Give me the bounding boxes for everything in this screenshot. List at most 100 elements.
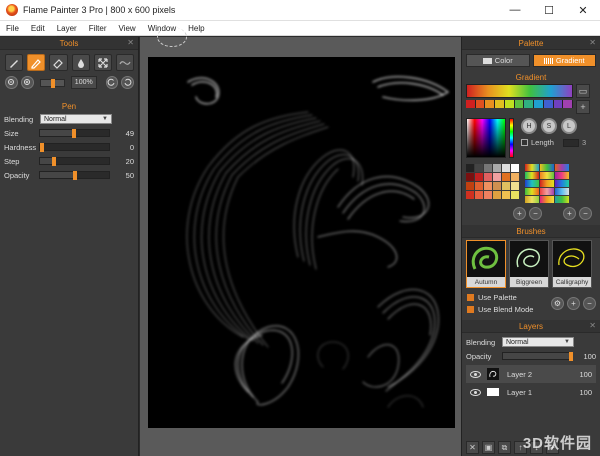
rotate-right-button[interactable] <box>121 76 135 89</box>
remove-brush-button[interactable]: − <box>583 296 596 310</box>
pen-property-label: Hardness <box>4 142 37 152</box>
menu-filter[interactable]: Filter <box>83 24 113 33</box>
blur-tool-button[interactable] <box>71 54 90 71</box>
add-brush-button[interactable]: + <box>567 296 580 310</box>
close-icon: ✕ <box>469 443 476 452</box>
gradient-section-title: Gradient <box>515 73 547 82</box>
zoom-percent[interactable]: 100% <box>71 76 97 89</box>
pen-property-value: 20 <box>125 156 134 166</box>
color-swatch-icon <box>482 57 492 64</box>
flame-artwork <box>186 76 450 408</box>
gradient-bar[interactable] <box>466 84 573 98</box>
length-checkbox[interactable] <box>521 139 528 146</box>
merge-layer-button[interactable]: ▣ <box>482 441 495 454</box>
brush-presets: Autumn Biggreen Calligraphy <box>462 238 600 288</box>
palette-panel-header: Palette ✕ <box>462 37 600 50</box>
zoom-in-button[interactable] <box>20 76 34 89</box>
slider-knob[interactable] <box>52 157 57 166</box>
layer-name: Layer 2 <box>507 369 533 379</box>
delete-layer-button[interactable]: ✕ <box>466 441 479 454</box>
color-picker-square[interactable] <box>466 118 506 158</box>
brush-preset-autumn[interactable]: Autumn <box>466 240 506 288</box>
use-palette-checkbox[interactable] <box>467 293 474 301</box>
pen-properties: Size 49 Hardness 0 Step 20 Opacity 50 <box>0 126 138 182</box>
length-slider[interactable] <box>562 138 579 147</box>
pen-property-slider[interactable] <box>39 157 111 166</box>
pen-property-slider[interactable] <box>39 143 111 152</box>
length-label: Length <box>531 138 554 147</box>
painting-canvas[interactable] <box>148 57 455 428</box>
duplicate-layer-button[interactable]: ⧉ <box>498 441 511 454</box>
close-icon[interactable]: ✕ <box>589 38 596 47</box>
minimize-button[interactable]: — <box>498 0 532 21</box>
saturation-knob[interactable]: S <box>541 118 557 134</box>
pen-blending-label: Blending <box>4 114 34 124</box>
use-blend-mode-checkbox[interactable] <box>467 305 474 313</box>
zoom-slider[interactable] <box>39 78 66 88</box>
pen-icon <box>31 58 42 69</box>
menu-help[interactable]: Help <box>182 24 210 33</box>
eye-icon[interactable] <box>470 370 481 378</box>
pen-blending-select[interactable]: Normal ▼ <box>40 114 112 124</box>
menu-file[interactable]: File <box>0 24 25 33</box>
eye-icon[interactable] <box>470 388 481 396</box>
close-button[interactable]: ✕ <box>566 0 600 21</box>
brush-preset-calligraphy[interactable]: Calligraphy <box>552 240 592 288</box>
brush-stroke-preview <box>516 248 540 268</box>
remove-swatch-button[interactable]: − <box>529 207 542 220</box>
brush-name: Calligraphy <box>553 277 591 287</box>
canvas-workspace[interactable] <box>140 27 461 456</box>
close-icon[interactable]: ✕ <box>127 38 134 47</box>
pen-property-slider[interactable] <box>39 171 111 180</box>
zoom-slider-knob[interactable] <box>50 78 55 88</box>
gradient-stops[interactable] <box>466 100 574 108</box>
minus-icon: − <box>583 209 588 218</box>
brush-preset-biggreen[interactable]: Biggreen <box>509 240 549 288</box>
use-palette-label: Use Palette <box>478 292 517 302</box>
flame-app-icon <box>6 4 18 16</box>
menu-layer[interactable]: Layer <box>51 24 83 33</box>
tools-panel-header: Tools ✕ <box>0 37 138 50</box>
close-icon[interactable]: ✕ <box>589 321 596 330</box>
menu-edit[interactable]: Edit <box>25 24 51 33</box>
slider-knob[interactable] <box>72 129 77 138</box>
add-gradient-button[interactable]: + <box>563 207 576 220</box>
maximize-button[interactable]: ☐ <box>532 0 566 21</box>
pen-property-value: 49 <box>125 128 134 138</box>
tab-gradient[interactable]: Gradient <box>532 54 596 67</box>
hue-knob[interactable]: H <box>521 118 537 134</box>
hue-slider[interactable] <box>509 118 514 158</box>
layer-row[interactable]: Layer 1 100 <box>466 385 596 399</box>
brush-name: Autumn <box>467 277 505 287</box>
transform-tool-button[interactable] <box>93 54 112 71</box>
layer-opacity-slider[interactable] <box>502 352 573 361</box>
layer-opacity-label: Opacity <box>466 351 492 361</box>
layer-blending-select[interactable]: Normal ▼ <box>502 337 574 347</box>
remove-gradient-button[interactable]: − <box>579 207 592 220</box>
pen-property-slider[interactable] <box>39 129 111 138</box>
add-stop-button[interactable]: + <box>576 100 590 114</box>
smudge-tool-button[interactable] <box>115 54 135 71</box>
color-swatch-grid[interactable] <box>466 164 519 199</box>
rotate-left-button[interactable] <box>105 76 119 89</box>
menu-view[interactable]: View <box>112 24 141 33</box>
pen-property-label: Size <box>4 128 19 138</box>
eraser-tool-button[interactable] <box>49 54 68 71</box>
gradient-presets[interactable] <box>525 164 569 203</box>
watermark: 3D软件园 <box>522 435 592 452</box>
pen-property-label: Opacity <box>4 170 30 180</box>
plus-icon: + <box>571 298 576 308</box>
slider-knob[interactable] <box>40 143 45 152</box>
add-swatch-button[interactable]: + <box>513 207 526 220</box>
lightness-knob[interactable]: L <box>561 118 577 134</box>
tools-panel-title: Tools <box>59 38 79 48</box>
brush-settings-button[interactable]: ⚙ <box>551 296 564 310</box>
pen-tool-button[interactable] <box>27 54 46 71</box>
zoom-out-button[interactable] <box>5 76 18 89</box>
save-gradient-button[interactable]: ▭ <box>576 84 590 98</box>
brush-tool-button[interactable] <box>5 54 24 71</box>
layer-row[interactable]: Layer 2 100 <box>466 365 596 383</box>
tab-color[interactable]: Color <box>466 54 530 67</box>
slider-knob[interactable] <box>72 171 77 180</box>
layer-opacity-knob[interactable] <box>569 352 573 361</box>
